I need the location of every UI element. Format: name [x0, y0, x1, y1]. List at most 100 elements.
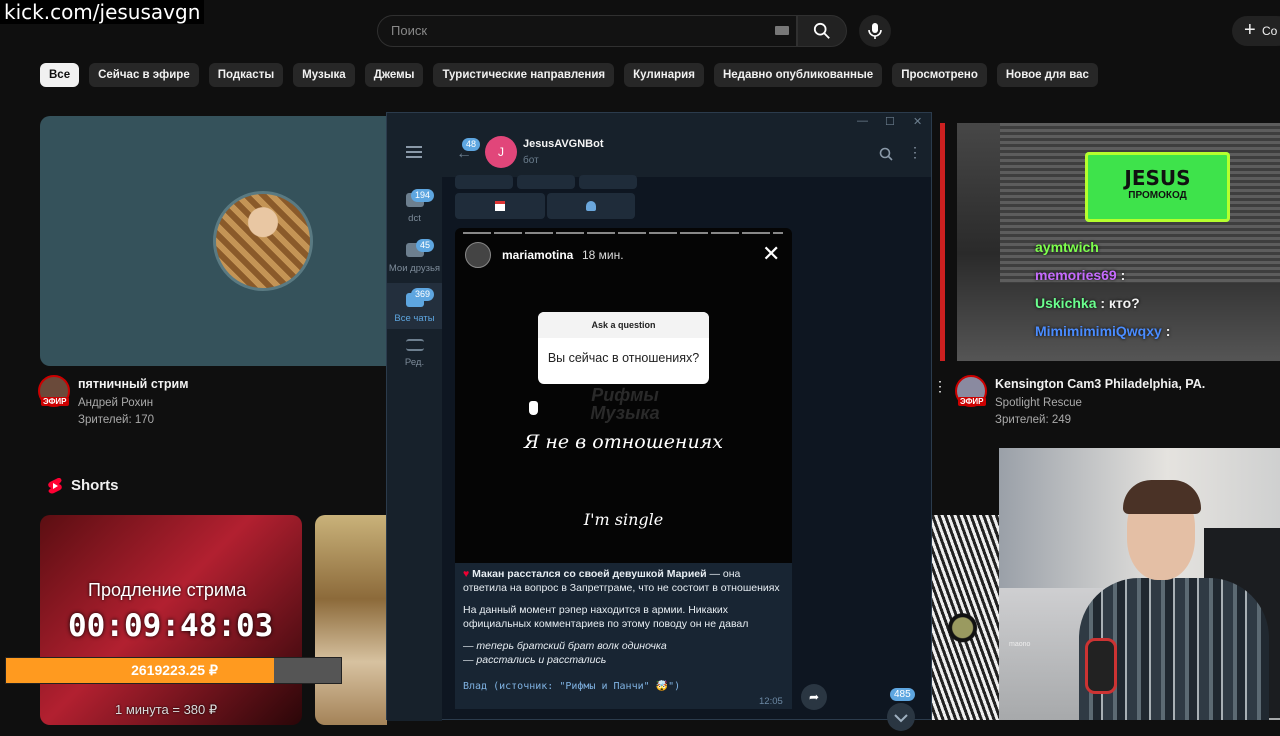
- search-icon: [813, 22, 830, 39]
- chip-cooking[interactable]: Кулинария: [624, 63, 704, 87]
- folder-label: dct: [408, 213, 421, 224]
- video-thumbnail-2-edge[interactable]: [940, 123, 945, 361]
- message-footer: Влад (источник: "Рифмы и Панчи" 🤯"): [463, 681, 681, 692]
- channel-name[interactable]: Spotlight Rescue: [995, 395, 1082, 412]
- chat-message: aymtwich: [1035, 239, 1099, 255]
- story-answer-ru: Я не в отношениях: [524, 431, 723, 453]
- create-label: Со: [1262, 24, 1278, 38]
- inline-button[interactable]: [517, 175, 575, 189]
- message-time: 12:05: [759, 696, 783, 707]
- question-header: Ask a question: [538, 312, 709, 338]
- video-thumbnail-3[interactable]: JESUS ПРОМОКОД aymtwich memories69 : Usk…: [957, 123, 1280, 361]
- folder-all-chats[interactable]: Все чаты 369: [387, 283, 442, 329]
- unread-badge: 194: [411, 189, 435, 202]
- folder-label: Мои друзья: [388, 263, 441, 274]
- video-thumbnail-1[interactable]: [40, 116, 400, 366]
- promo-title: JESUS: [1124, 166, 1191, 190]
- extension-timer: 00:09:48:03: [68, 608, 274, 644]
- chat-message: MimimimimiQwqxy :: [1035, 323, 1170, 339]
- video-title[interactable]: пятничный стрим: [78, 377, 188, 391]
- chevron-down-icon: [894, 714, 908, 723]
- chip-new-for-you[interactable]: Новое для вас: [996, 63, 1098, 87]
- voice-search-button[interactable]: [859, 15, 891, 47]
- chip-watched[interactable]: Просмотрено: [892, 63, 987, 87]
- window-titlebar: — ☐ ✕: [387, 113, 931, 133]
- chip-music[interactable]: Музыка: [293, 63, 355, 87]
- inline-button[interactable]: [579, 175, 637, 189]
- donation-rate: 1 минута = 380 ₽: [115, 702, 218, 717]
- calendar-icon: [495, 201, 505, 211]
- chat-message: Uskichka : кто?: [1035, 295, 1140, 311]
- close-icon[interactable]: ✕: [762, 241, 780, 267]
- story-username: mariamotina: [502, 248, 574, 262]
- scroll-unread-badge: 485: [890, 688, 915, 701]
- sliders-icon: [405, 339, 424, 351]
- menu-icon[interactable]: [406, 145, 422, 163]
- extension-label: Продление стрима: [88, 580, 247, 600]
- minimize-button[interactable]: —: [857, 115, 868, 127]
- story-user-avatar: [465, 242, 491, 268]
- short-thumbnail-2[interactable]: [315, 515, 387, 725]
- message-quote-2: — расстались и расстались: [463, 653, 607, 666]
- chat-message: memories69 :: [1035, 267, 1125, 283]
- promo-badge: JESUS ПРОМОКОД: [1085, 152, 1230, 222]
- chip-travel[interactable]: Туристические направления: [433, 63, 615, 87]
- folder-dct[interactable]: dct 194: [387, 183, 442, 233]
- user-icon: [586, 201, 596, 211]
- mic-brand: maono: [1009, 641, 1031, 648]
- scroll-down-button[interactable]: [887, 703, 915, 731]
- chat-text: : кто?: [1100, 295, 1140, 311]
- forward-button[interactable]: ➦: [801, 684, 827, 710]
- channel-name[interactable]: Андрей Рохин: [78, 395, 153, 412]
- chip-bar: Все Сейчас в эфире Подкасты Музыка Джемы…: [40, 63, 1098, 87]
- donation-amount: 2619223.25 ₽: [131, 662, 218, 678]
- create-button[interactable]: Со: [1232, 15, 1280, 46]
- webcam-feed: maono: [999, 448, 1280, 720]
- chat-title[interactable]: JesusAVGNBot: [523, 138, 603, 150]
- story-time: 18 мин.: [582, 248, 624, 262]
- chip-live[interactable]: Сейчас в эфире: [89, 63, 199, 87]
- search-placeholder: Поиск: [391, 23, 428, 38]
- chat-user: MimimimimiQwqxy: [1035, 323, 1162, 339]
- maximize-button[interactable]: ☐: [885, 115, 895, 128]
- search-button[interactable]: [797, 15, 847, 47]
- chip-podcasts[interactable]: Подкасты: [208, 63, 284, 87]
- chat-user: memories69: [1035, 267, 1117, 283]
- short-thumbnail-3[interactable]: [932, 515, 1000, 720]
- chat-user: Uskichka: [1035, 295, 1097, 311]
- chip-recently-uploaded[interactable]: Недавно опубликованные: [713, 63, 883, 87]
- keyboard-icon[interactable]: [775, 26, 789, 35]
- back-unread-badge: 48: [462, 138, 481, 151]
- search-input[interactable]: Поиск: [377, 15, 797, 47]
- donation-bar: 2619223.25 ₽: [5, 657, 342, 684]
- inline-button[interactable]: [547, 193, 635, 219]
- folder-label: Все чаты: [394, 313, 435, 324]
- shorts-heading: Shorts: [71, 477, 119, 494]
- folder-friends[interactable]: Мои друзья 45: [387, 235, 442, 283]
- folder-label: Ред.: [404, 357, 425, 368]
- telegram-window: — ☐ ✕ dct 194 Мои друзья 45 Все чаты 369…: [386, 112, 932, 731]
- kick-url-overlay: kick.com/jesusavgn: [0, 0, 205, 24]
- story-answer-en: I'm single: [583, 510, 664, 529]
- close-window-button[interactable]: ✕: [913, 115, 922, 128]
- video-title[interactable]: Kensington Cam3 Philadelphia, PA.: [995, 377, 1205, 391]
- folder-sidebar: dct 194 Мои друзья 45 Все чаты 369 Ред.: [387, 133, 442, 721]
- chip-all[interactable]: Все: [40, 63, 80, 87]
- story-image[interactable]: mariamotina 18 мин. ✕ Ask a question Вы …: [455, 228, 792, 563]
- shorts-icon: [48, 478, 62, 494]
- bot-avatar[interactable]: J: [485, 136, 517, 168]
- unread-badge: 369: [411, 288, 435, 301]
- viewer-count: Зрителей: 249: [995, 414, 1072, 426]
- message-bubble[interactable]: ♥ Макан расстался со своей девушкой Мари…: [455, 563, 792, 709]
- message-headline: Макан расстался со своей девушкой Марией: [472, 568, 707, 580]
- heart-icon: ♥: [463, 568, 470, 580]
- search-icon[interactable]: [879, 147, 893, 161]
- chip-jams[interactable]: Джемы: [364, 63, 424, 87]
- more-options-icon[interactable]: ⋮: [908, 144, 922, 161]
- more-options-icon[interactable]: ⋮: [933, 378, 947, 395]
- inline-button[interactable]: [455, 175, 513, 189]
- inline-button[interactable]: [455, 193, 545, 219]
- chat-user: aymtwich: [1035, 239, 1099, 255]
- folder-edit[interactable]: Ред.: [387, 339, 442, 379]
- live-badge: ЭФИР: [958, 397, 986, 406]
